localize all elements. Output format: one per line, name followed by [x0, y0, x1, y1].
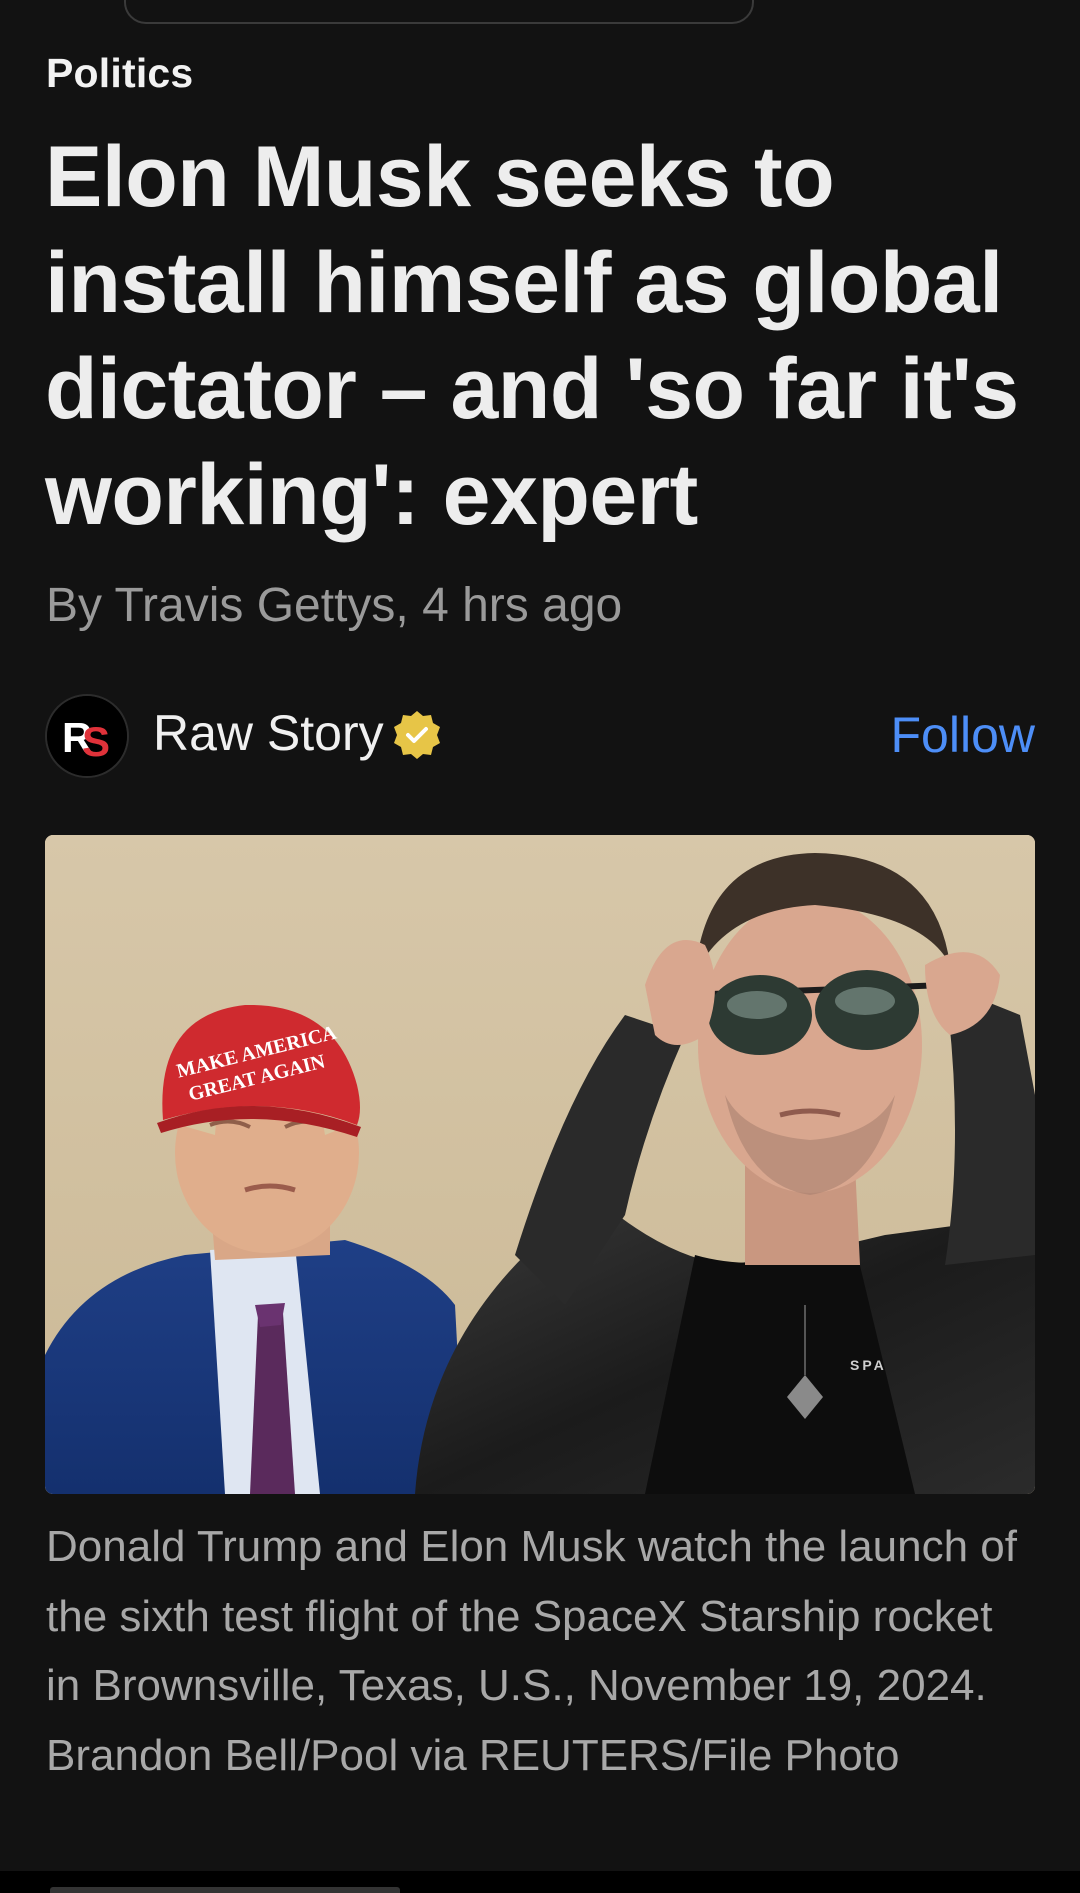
- bottom-nav-handle: [50, 1887, 400, 1893]
- verified-badge-icon: [390, 708, 444, 762]
- article-category[interactable]: Politics: [46, 50, 193, 97]
- bottom-bar: [0, 1871, 1080, 1893]
- search-bar-edge[interactable]: [124, 0, 754, 24]
- follow-button[interactable]: Follow: [891, 706, 1035, 764]
- source-row: R S Raw Story Follow: [45, 694, 1035, 778]
- source-name[interactable]: Raw Story: [153, 704, 384, 762]
- photo-caption: Donald Trump and Elon Musk watch the lau…: [46, 1522, 1017, 1780]
- svg-text:S: S: [82, 718, 110, 765]
- article-headline: Elon Musk seeks to install himself as gl…: [45, 129, 1019, 543]
- article-byline: By Travis Gettys, 4 hrs ago: [46, 579, 623, 632]
- svg-text:SPA: SPA: [850, 1357, 887, 1373]
- raw-story-logo-icon[interactable]: R S: [45, 694, 129, 778]
- article-photo[interactable]: MAKE AMERICA GREAT AGAIN SPA: [45, 835, 1035, 1494]
